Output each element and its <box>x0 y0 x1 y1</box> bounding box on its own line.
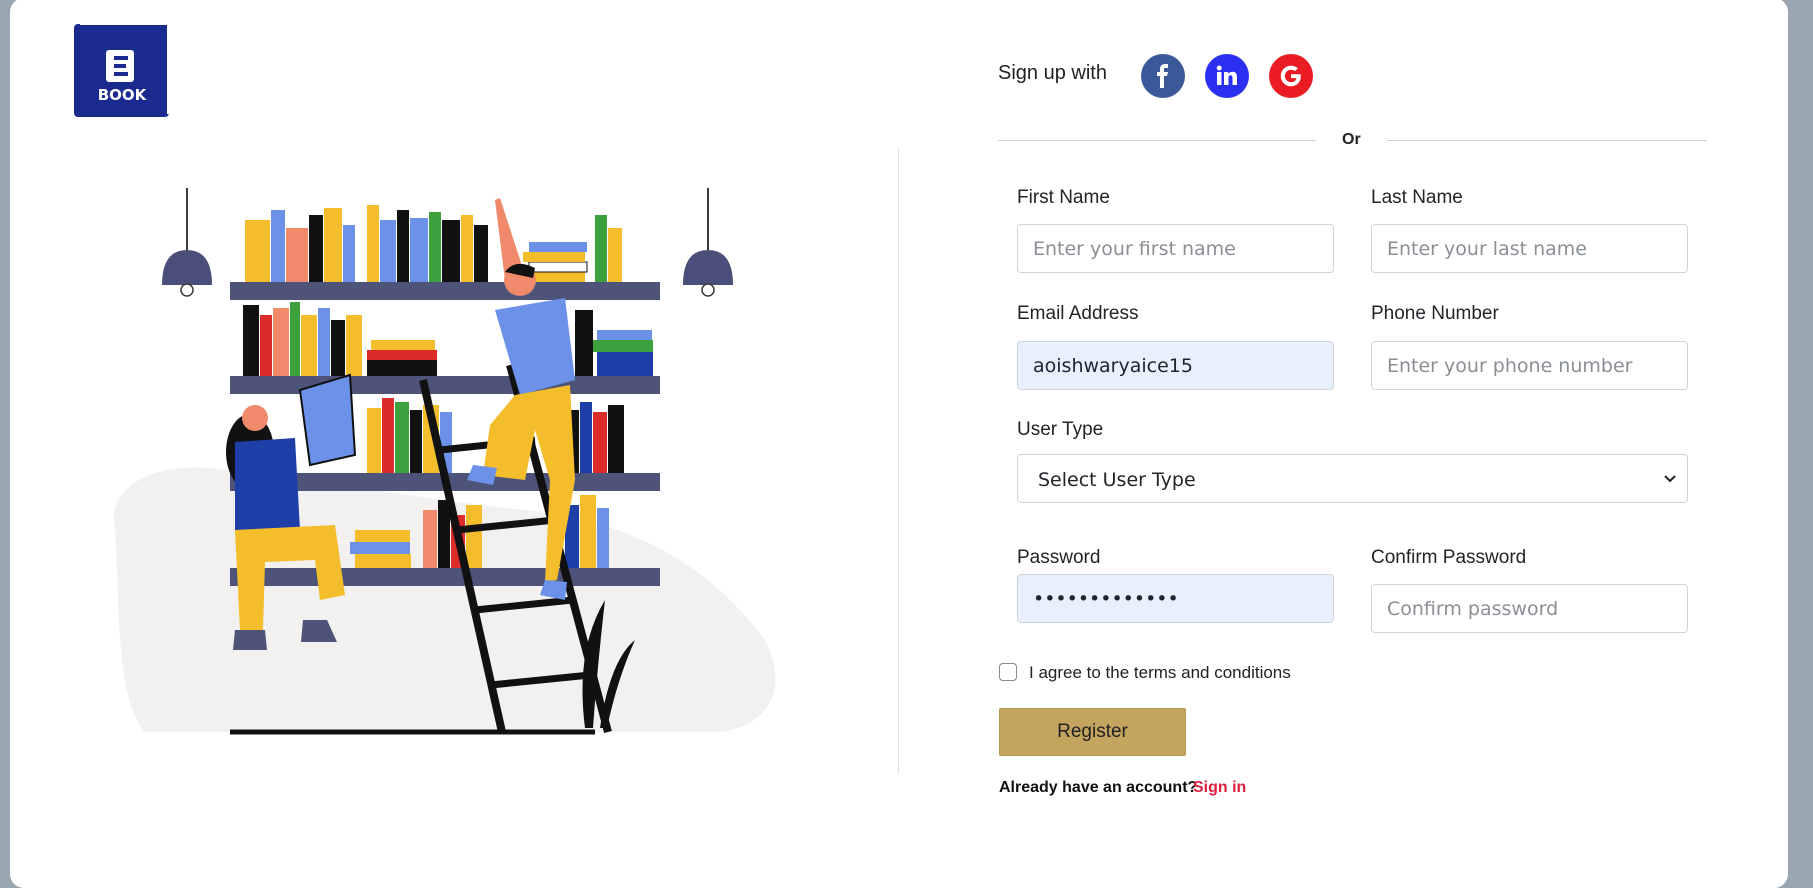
separator-line-left <box>998 140 1316 141</box>
email-label: Email Address <box>1017 303 1139 324</box>
user-type-selected: Select User Type <box>1038 469 1196 491</box>
chevron-down-icon <box>1664 475 1676 483</box>
facebook-icon <box>1157 64 1168 88</box>
ebook-logo: BOOK <box>74 23 169 117</box>
or-separator: Or <box>1342 131 1361 148</box>
last-name-label: Last Name <box>1371 187 1463 208</box>
phone-input[interactable] <box>1371 341 1688 390</box>
linkedin-button[interactable] <box>1205 54 1249 98</box>
password-label: Password <box>1017 547 1101 568</box>
phone-label: Phone Number <box>1371 303 1499 324</box>
facebook-button[interactable] <box>1141 54 1185 98</box>
terms-label: I agree to the terms and conditions <box>1029 663 1291 682</box>
last-name-input[interactable] <box>1371 224 1688 273</box>
email-input[interactable] <box>1017 341 1334 390</box>
logo-text-book: BOOK <box>98 86 148 104</box>
google-icon <box>1280 65 1301 87</box>
user-type-label: User Type <box>1017 419 1104 440</box>
first-name-label: First Name <box>1017 187 1110 208</box>
confirm-password-label: Confirm Password <box>1371 547 1527 568</box>
linkedin-icon <box>1216 65 1237 85</box>
already-have-account-text: Already have an account? <box>999 779 1198 796</box>
sign-up-with-label: Sign up with <box>998 62 1107 84</box>
library-illustration <box>113 188 776 735</box>
first-name-input[interactable] <box>1017 224 1334 273</box>
sign-in-link[interactable]: Sign in <box>1193 779 1246 797</box>
user-type-select[interactable]: Select User Type <box>1017 454 1688 503</box>
terms-checkbox[interactable] <box>999 663 1017 681</box>
password-input[interactable] <box>1017 574 1334 623</box>
vertical-divider <box>898 148 899 774</box>
confirm-password-input[interactable] <box>1371 584 1688 633</box>
google-button[interactable] <box>1269 54 1313 98</box>
separator-line-right <box>1387 140 1707 141</box>
register-button[interactable]: Register <box>999 708 1186 756</box>
